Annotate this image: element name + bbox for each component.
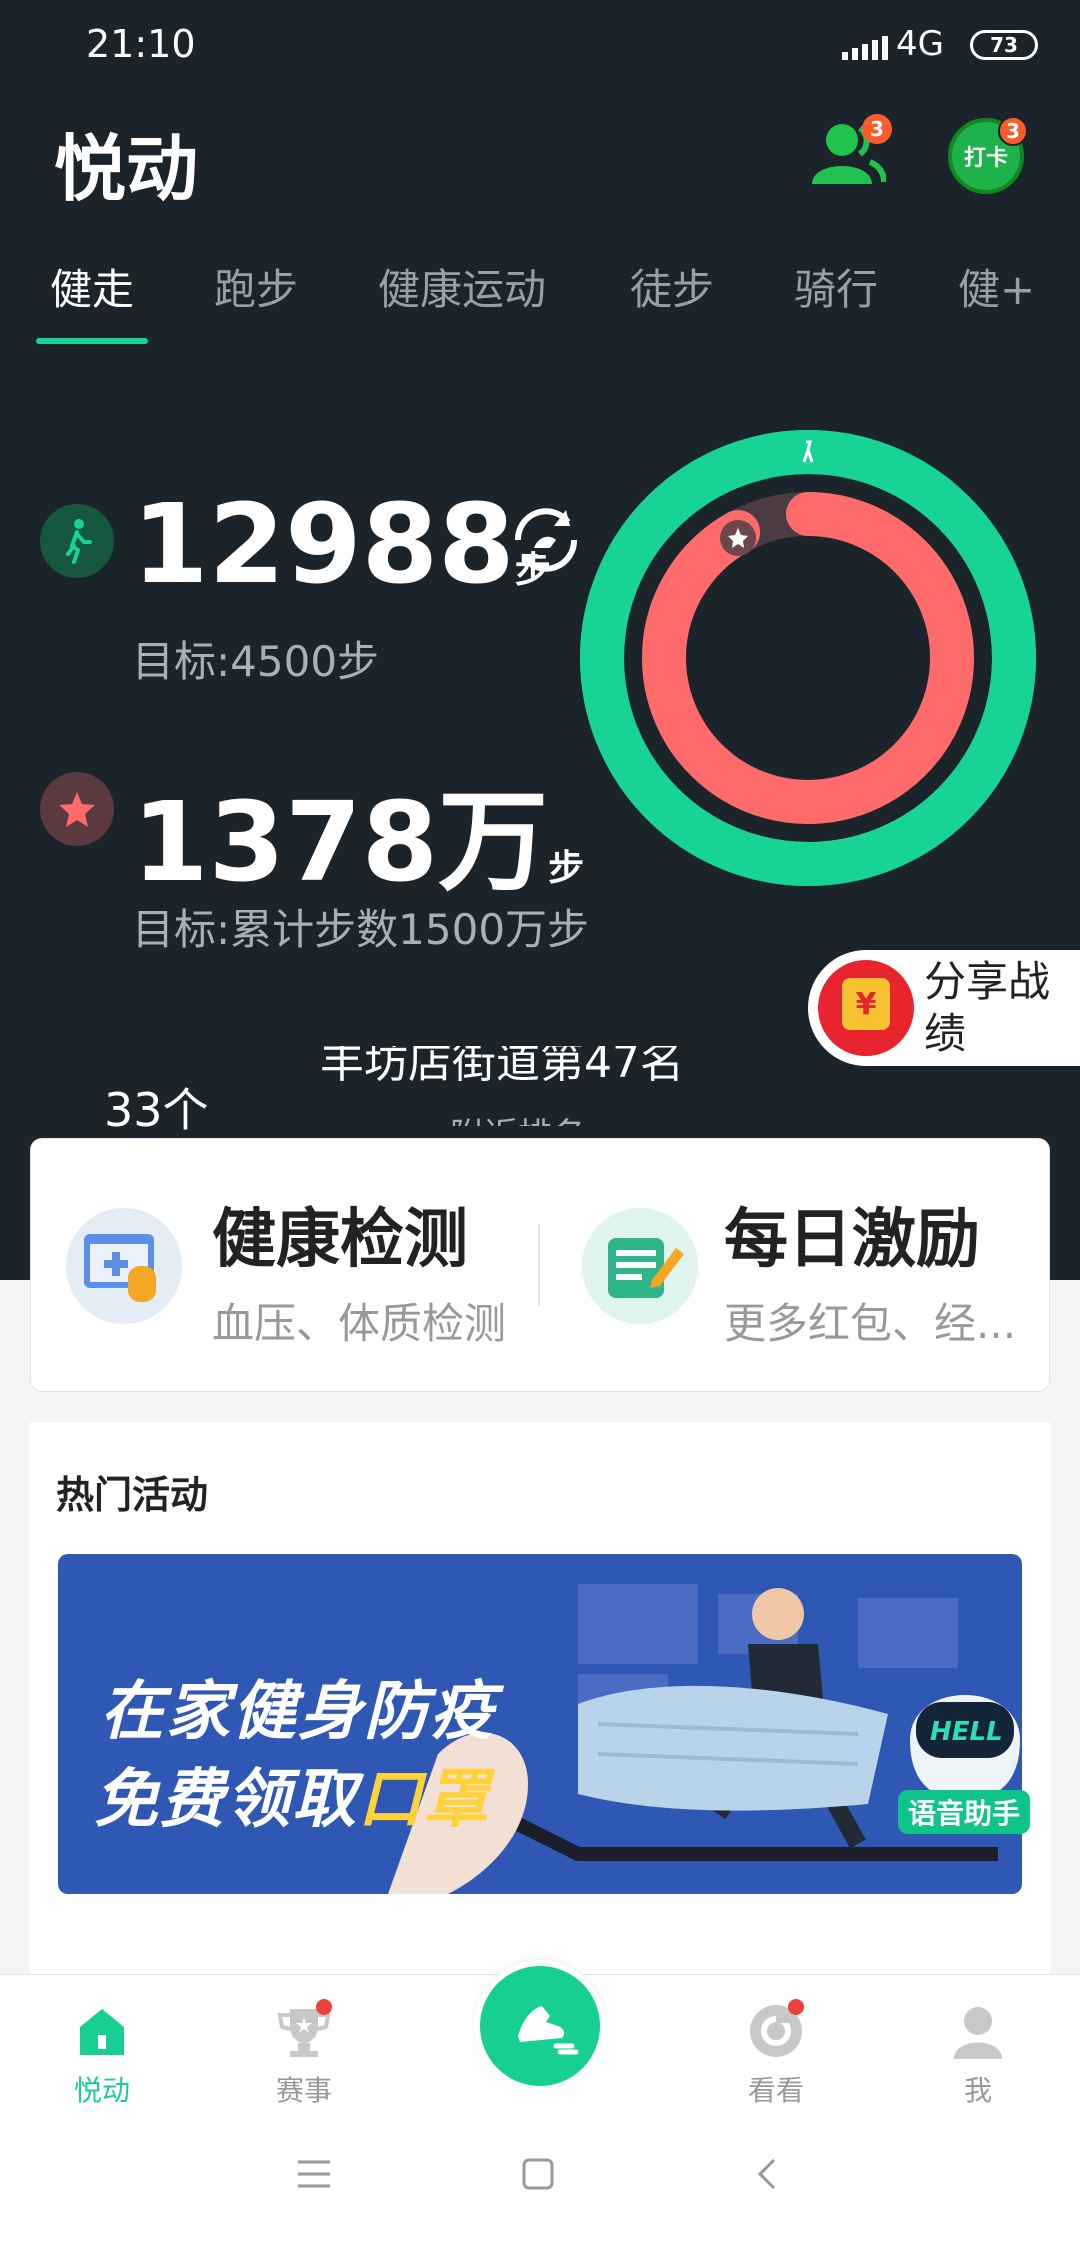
app-title: 悦动	[54, 127, 199, 211]
daily-reward-title: 每日激励	[724, 1203, 980, 1277]
events-notification-dot	[316, 1999, 332, 2015]
steps-value: 12988	[132, 480, 515, 608]
tab-cycle[interactable]: 骑行	[794, 256, 878, 317]
health-check-title: 健康检测	[212, 1203, 468, 1277]
friends-badge: 3	[862, 114, 892, 144]
banner-highlight: 口罩	[358, 1763, 490, 1837]
nav-me-label: 我	[963, 2074, 992, 2107]
rank-text: 丰坊店街道第47名	[320, 1046, 684, 1088]
progress-rings	[580, 430, 1036, 886]
banner-subheadline: 免费领取口罩	[94, 1748, 490, 1840]
nav-home[interactable]: 悦动	[32, 1975, 172, 2115]
start-workout-button[interactable]	[474, 1960, 606, 2092]
total-value: 1378万	[132, 778, 549, 906]
count-label: 33个	[104, 1083, 209, 1137]
status-time: 21:10	[86, 22, 196, 66]
daily-reward-icon	[582, 1208, 698, 1324]
sport-tabs: 健走 跑步 健康运动 徒步 骑行 健+	[0, 256, 1080, 340]
health-check-glyph	[84, 1234, 156, 1302]
rank-label: 附近排名	[450, 1108, 586, 1126]
star-icon-glyph	[59, 792, 95, 827]
red-packet-glyph: ¥	[842, 978, 890, 1030]
nav-discover[interactable]: 看看	[706, 1975, 846, 2115]
health-check-subtitle: 血压、体质检测	[212, 1299, 507, 1348]
home-icon	[74, 2003, 130, 2059]
tab-run[interactable]: 跑步	[214, 256, 298, 317]
total-ring	[642, 492, 974, 824]
voice-assistant-label[interactable]: 语音助手	[898, 1790, 1030, 1834]
discover-notification-dot	[788, 1999, 804, 2015]
tab-more[interactable]: 健+	[958, 256, 1035, 317]
events-title: 热门活动	[56, 1473, 209, 1517]
nav-me[interactable]: 我	[908, 1975, 1048, 2115]
total-goal: 目标:累计步数1500万步	[132, 905, 590, 954]
back-icon[interactable]	[750, 2156, 786, 2192]
checkin-badge: 3	[998, 116, 1028, 146]
shoe-icon	[518, 2006, 579, 2055]
signal-icon	[842, 36, 888, 60]
system-nav-bar	[0, 2114, 1080, 2244]
daily-reward-subtitle: 更多红包、经...	[724, 1299, 1017, 1348]
checkin-button[interactable]: 打卡 3	[948, 116, 1028, 194]
discover-icon	[748, 1999, 804, 2059]
walk-icon	[40, 504, 114, 578]
tab-health-exercise[interactable]: 健康运动	[378, 256, 546, 317]
network-type: 4G	[896, 24, 944, 64]
menu-icon[interactable]	[296, 2156, 332, 2192]
walk-icon-glyph	[66, 519, 92, 564]
red-packet-icon: ¥	[818, 960, 914, 1056]
battery-icon: 73	[970, 30, 1038, 60]
steps-goal: 目标:4500步	[132, 637, 380, 686]
total-steps: 1378万步	[132, 752, 584, 912]
trophy-icon	[276, 1999, 332, 2059]
sync-icon[interactable]	[506, 500, 586, 580]
profile-icon	[950, 2003, 1006, 2059]
health-check-icon	[66, 1208, 182, 1324]
steps-count: 12988步	[132, 480, 551, 608]
star-icon	[40, 772, 114, 846]
sync-icon-glyph	[514, 508, 578, 572]
nav-events-label: 赛事	[275, 2074, 332, 2107]
home-square-icon[interactable]	[520, 2156, 556, 2192]
nav-discover-label: 看看	[747, 2074, 804, 2107]
friends-icon[interactable]: 3	[810, 114, 892, 188]
checkin-label: 打卡	[963, 146, 1008, 171]
nav-home-label: 悦动	[73, 2074, 130, 2107]
banner-prefix: 免费领取	[94, 1763, 358, 1837]
daily-reward-glyph	[608, 1238, 684, 1298]
nav-events[interactable]: 赛事	[234, 1975, 374, 2115]
share-button[interactable]: ¥ 分享战绩	[808, 950, 1080, 1066]
share-label: 分享战绩	[924, 957, 1051, 1058]
banner-headline: 在家健身防疫	[100, 1675, 496, 1749]
rank-info[interactable]: 丰坊店街道第47名 附近排名	[320, 1046, 760, 1126]
robot-text: HELL	[930, 1717, 1003, 1747]
tab-indicator	[36, 338, 148, 344]
tab-hike[interactable]: 徒步	[630, 256, 714, 317]
feature-divider	[538, 1224, 540, 1306]
tab-walk[interactable]: 健走	[50, 256, 134, 317]
